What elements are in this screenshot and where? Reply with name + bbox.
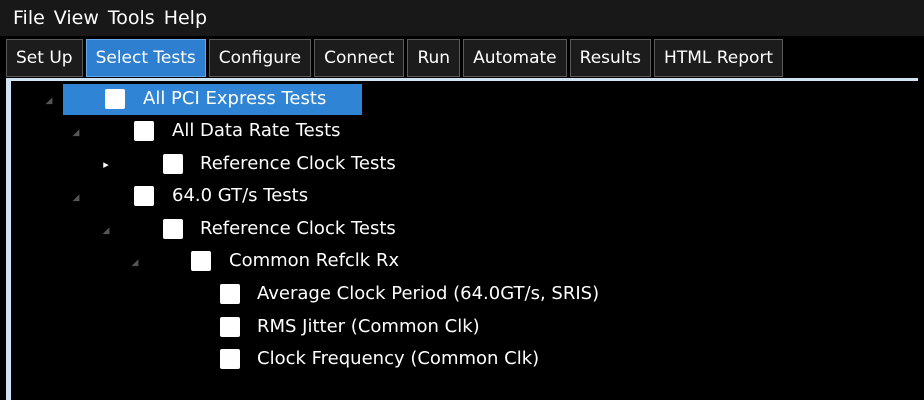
menu-tools[interactable]: Tools: [108, 0, 155, 36]
tab-run[interactable]: Run: [407, 39, 461, 77]
tree-node-label[interactable]: Average Clock Period (64.0GT/s, SRIS): [257, 283, 599, 305]
menu-file[interactable]: File: [13, 0, 45, 36]
tab-html-report[interactable]: HTML Report: [654, 39, 784, 77]
tree-node-label[interactable]: Clock Frequency (Common Clk): [257, 348, 539, 370]
tree-checkbox[interactable]: [191, 251, 211, 271]
tree-node-label[interactable]: Reference Clock Tests: [200, 153, 396, 175]
tree-expanded-icon[interactable]: ◢: [71, 193, 81, 203]
tree-node-label[interactable]: All Data Rate Tests: [172, 120, 341, 142]
menu-help[interactable]: Help: [164, 0, 207, 36]
tree-expanded-icon[interactable]: ◢: [44, 96, 54, 106]
tree-expanded-icon[interactable]: ◢: [130, 258, 140, 268]
tree-checkbox[interactable]: [105, 89, 125, 109]
tab-select-tests[interactable]: Select Tests: [85, 39, 206, 77]
tree-node-label[interactable]: All PCI Express Tests: [143, 88, 326, 110]
tree-node-label[interactable]: Reference Clock Tests: [200, 218, 396, 240]
tree-checkbox[interactable]: [163, 219, 183, 239]
tab-automate[interactable]: Automate: [463, 39, 567, 77]
tab-bar: Set Up Select Tests Configure Connect Ru…: [0, 36, 924, 78]
tree-checkbox[interactable]: [134, 186, 154, 206]
tree-node-label[interactable]: Common Refclk Rx: [229, 250, 399, 272]
tree-checkbox[interactable]: [220, 284, 240, 304]
tree-checkbox[interactable]: [163, 154, 183, 174]
menu-view[interactable]: View: [54, 0, 99, 36]
tree-expanded-icon[interactable]: ◢: [101, 226, 111, 236]
tab-configure[interactable]: Configure: [208, 39, 312, 77]
tree-node-label[interactable]: RMS Jitter (Common Clk): [257, 316, 480, 338]
tree-checkbox[interactable]: [220, 349, 240, 369]
tree-checkbox[interactable]: [220, 317, 240, 337]
app-window: File View Tools Help Set Up Select Tests…: [0, 0, 924, 400]
tree-expanded-icon[interactable]: ◢: [71, 128, 81, 138]
tree-collapsed-icon[interactable]: ▸: [101, 159, 111, 170]
tree-checkbox[interactable]: [134, 121, 154, 141]
tab-results[interactable]: Results: [569, 39, 652, 77]
tab-connect[interactable]: Connect: [314, 39, 405, 77]
menu-bar: File View Tools Help: [0, 0, 924, 36]
tab-set-up[interactable]: Set Up: [6, 39, 83, 77]
tree-left-border: [6, 78, 11, 400]
tree-node-label[interactable]: 64.0 GT/s Tests: [172, 185, 308, 207]
tree-top-border: [6, 78, 918, 81]
